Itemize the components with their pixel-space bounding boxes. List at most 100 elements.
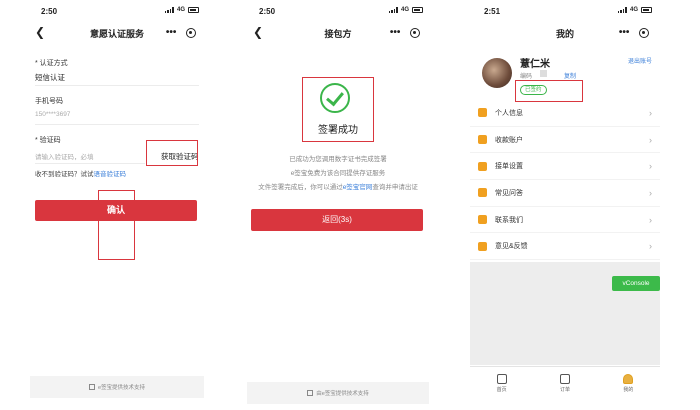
nav-bar: 我的 •••: [470, 20, 660, 44]
person-icon: [478, 108, 487, 118]
esign-website-link[interactable]: e签宝官网: [343, 184, 373, 191]
success-line-3-suffix: 查询并申请出证: [372, 184, 418, 191]
chevron-right-icon: ›: [649, 161, 652, 172]
feedback-icon: [478, 241, 487, 251]
code-label: * 验证码: [35, 137, 61, 144]
battery-icon: [412, 7, 423, 13]
divider: [35, 124, 199, 125]
divider: [35, 85, 199, 86]
copy-button[interactable]: 复制: [564, 71, 576, 80]
status-signal: 4G: [617, 7, 652, 13]
tab-label: 订单: [559, 387, 570, 393]
phone-value: 150****3697: [35, 111, 71, 118]
vconsole-button[interactable]: vConsole: [612, 276, 660, 291]
phone-screen-profile: 2:51 4G 我的 ••• 薏仁米 编码 复制 退出账号 已签约 个人信息 ›…: [470, 0, 660, 410]
status-time: 2:51: [484, 7, 501, 16]
menu-item-order-settings[interactable]: 接单设置 ›: [470, 153, 660, 181]
user-icon: [623, 374, 634, 384]
avatar[interactable]: [482, 58, 512, 88]
status-bar: 2:50 4G: [245, 0, 431, 20]
code-input[interactable]: 请输入验证码，必填: [35, 151, 94, 161]
menu-item-payment-account[interactable]: 收款账户 ›: [470, 127, 660, 154]
logout-button[interactable]: 退出账号: [628, 56, 652, 65]
tab-home[interactable]: 首页: [496, 374, 507, 406]
user-name: 薏仁米: [520, 59, 550, 70]
more-icon[interactable]: •••: [390, 27, 401, 38]
network-type: 4G: [176, 7, 185, 13]
chevron-right-icon: ›: [649, 107, 652, 118]
faq-icon: [478, 188, 487, 198]
tab-bar: 首页 订单 我的: [470, 366, 660, 406]
edit-label[interactable]: 编码: [520, 71, 532, 80]
status-time: 2:50: [259, 7, 276, 16]
not-received-text: 收不到验证码？试试: [35, 171, 94, 178]
profile-menu: 个人信息 › 收款账户 › 接单设置 › 常见问答 › 联系我们 › 意见&反馈…: [470, 100, 660, 261]
status-bar: 2:51 4G: [470, 0, 660, 20]
close-target-icon[interactable]: [186, 27, 197, 38]
menu-item-contact-us[interactable]: 联系我们 ›: [470, 207, 660, 234]
divider: [35, 163, 145, 164]
home-icon: [496, 374, 507, 384]
chevron-right-icon: ›: [649, 214, 652, 225]
highlight-box-confirm: [98, 190, 135, 260]
more-icon[interactable]: •••: [619, 27, 630, 38]
status-time: 2:50: [41, 7, 58, 16]
menu-item-label: 联系我们: [495, 216, 523, 224]
settings-icon: [478, 161, 487, 171]
tab-orders[interactable]: 订单: [559, 374, 570, 406]
wallet-icon: [478, 135, 487, 145]
footer-text: e签宝提供技术支持: [97, 385, 146, 391]
success-line-1: 已成功为您调用数字证书完成签署: [289, 156, 387, 163]
highlight-box-get-code: [146, 140, 198, 166]
more-icon[interactable]: •••: [166, 27, 177, 38]
voice-code-link[interactable]: 语音验证码: [94, 171, 127, 178]
mini-program-capsule: •••: [161, 25, 201, 40]
not-received-hint: 收不到验证码？试试语音验证码: [35, 168, 126, 178]
tab-label: 首页: [496, 387, 507, 393]
menu-item-label: 常见问答: [495, 189, 523, 197]
phone-screen-sign-success: 2:50 4G ❮ 接包方 ••• 签署成功 已成功为您调用数字证书完成签署 e…: [245, 0, 431, 410]
auth-method-value[interactable]: 短信认证: [35, 72, 65, 83]
footer-bar: 由e签宝提供技术支持: [247, 382, 429, 404]
close-target-icon[interactable]: [639, 27, 650, 38]
battery-icon: [641, 7, 652, 13]
network-type: 4G: [629, 7, 638, 13]
highlight-box-auth: [515, 80, 583, 102]
status-signal: 4G: [164, 7, 199, 13]
close-target-icon[interactable]: [410, 27, 421, 38]
success-line-2: e签宝免费为该合同提供存证服务: [290, 170, 386, 177]
menu-item-personal-info[interactable]: 个人信息 ›: [470, 100, 660, 127]
footer-bar: e签宝提供技术支持: [30, 376, 204, 398]
tab-mine[interactable]: 我的: [623, 374, 633, 406]
qr-icon: [540, 70, 547, 77]
mini-program-capsule: •••: [614, 25, 654, 40]
esign-logo-icon: [88, 384, 95, 390]
mini-program-capsule: •••: [385, 25, 425, 40]
signal-icon: [617, 7, 627, 13]
chevron-right-icon: ›: [649, 187, 652, 198]
nav-bar: ❮ 接包方 •••: [245, 20, 431, 44]
menu-item-label: 收款账户: [495, 136, 523, 144]
phone-label: 手机号码: [35, 98, 63, 105]
orders-icon: [559, 374, 570, 384]
back-countdown-button[interactable]: 返回(3s): [251, 209, 423, 231]
menu-item-faq[interactable]: 常见问答 ›: [470, 180, 660, 207]
auth-method-label: * 认证方式: [35, 60, 68, 67]
menu-item-label: 意见&反馈: [495, 243, 528, 251]
menu-item-label: 个人信息: [495, 109, 523, 117]
chevron-right-icon: ›: [649, 241, 652, 252]
success-line-3-prefix: 文件签署完成后，你可以通过: [258, 184, 343, 191]
status-bar: 2:50 4G: [27, 0, 207, 20]
highlight-box-success: [302, 77, 374, 142]
success-line-3: 文件签署完成后，你可以通过e签宝官网查询并申请出证: [245, 181, 431, 191]
signal-icon: [388, 7, 398, 13]
nav-bar: ❮ 意愿认证服务 •••: [27, 20, 207, 44]
menu-item-feedback[interactable]: 意见&反馈 ›: [470, 233, 660, 261]
chevron-right-icon: ›: [649, 134, 652, 145]
status-signal: 4G: [388, 7, 423, 13]
footer-text: 由e签宝提供技术支持: [316, 391, 369, 397]
signal-icon: [164, 7, 174, 13]
network-type: 4G: [400, 7, 409, 13]
headset-icon: [478, 215, 487, 225]
phone-screen-verification: 2:50 4G ❮ 意愿认证服务 ••• * 认证方式 短信认证 手机号码 15…: [27, 0, 207, 410]
